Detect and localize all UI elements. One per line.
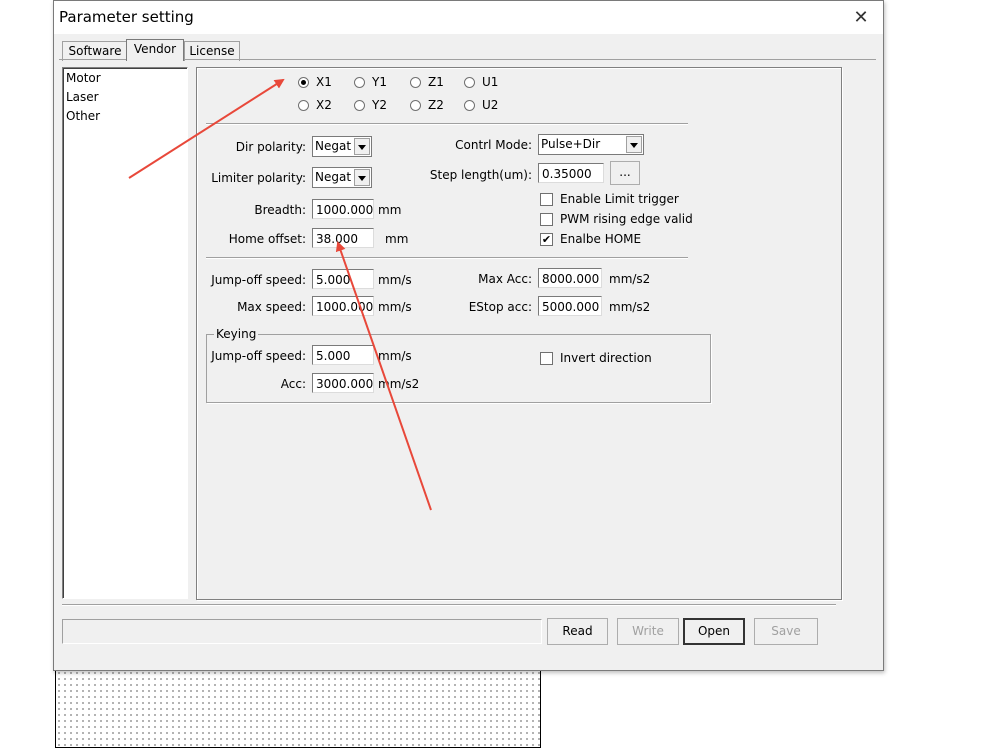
radio-icon (464, 76, 475, 88)
max-speed-label: Max speed: (237, 300, 306, 314)
estop-acc-label: EStop acc: (468, 300, 532, 314)
axis-radio-x1[interactable]: X1 (298, 74, 332, 90)
tab-vendor[interactable]: Vendor (126, 39, 184, 61)
jump-off-speed-input[interactable]: 5.000 (312, 269, 374, 289)
radio-icon (464, 99, 475, 111)
checkbox-icon (540, 192, 553, 206)
step-length-browse-button[interactable]: ... (610, 161, 640, 185)
max-acc-label: Max Acc: (478, 272, 532, 286)
checkbox-icon (540, 351, 553, 365)
checkbox-icon (540, 212, 553, 226)
radio-icon (410, 76, 421, 88)
axis-radio-z1[interactable]: Z1 (410, 74, 444, 90)
enable-limit-trigger-checkbox[interactable]: Enable Limit trigger (540, 192, 679, 206)
category-item-laser[interactable]: Laser (66, 90, 99, 104)
keying-acc-unit: mm/s2 (378, 377, 420, 391)
enable-home-checkbox[interactable]: ✔ Enalbe HOME (540, 232, 641, 246)
max-acc-unit: mm/s2 (609, 272, 651, 286)
dialog-title: Parameter setting (59, 8, 194, 26)
keying-groupbox (206, 334, 711, 403)
title-bar: Parameter setting ✕ (54, 1, 883, 34)
keying-acc-input[interactable]: 3000.000 (312, 373, 374, 393)
category-list[interactable]: Motor Laser Other (62, 67, 188, 599)
dir-polarity-select[interactable]: Negat (312, 136, 372, 157)
checkmark-icon: ✔ (540, 232, 553, 246)
axis-radio-z2[interactable]: Z2 (410, 97, 444, 113)
category-item-motor[interactable]: Motor (66, 71, 101, 85)
radio-icon (354, 99, 365, 111)
jump-off-speed-unit: mm/s (378, 273, 412, 287)
tab-software[interactable]: Software (62, 41, 128, 61)
pwm-rising-edge-checkbox[interactable]: PWM rising edge valid (540, 212, 693, 226)
separator (62, 604, 836, 606)
status-field (62, 619, 542, 644)
estop-acc-unit: mm/s2 (609, 300, 651, 314)
chevron-down-icon (626, 136, 642, 153)
breadth-unit: mm (378, 203, 402, 217)
radio-icon (298, 99, 309, 111)
keying-jump-off-speed-unit: mm/s (378, 349, 412, 363)
axis-radio-x2[interactable]: X2 (298, 97, 332, 113)
open-button[interactable]: Open (683, 618, 745, 645)
limiter-polarity-label: Limiter polarity: (211, 171, 306, 185)
invert-direction-checkbox[interactable]: Invert direction (540, 351, 652, 365)
radio-selected-icon (298, 76, 309, 88)
axis-radio-y1[interactable]: Y1 (354, 74, 387, 90)
estop-acc-input[interactable]: 5000.000 (538, 296, 602, 316)
limiter-polarity-select[interactable]: Negat (312, 167, 372, 188)
radio-icon (354, 76, 365, 88)
chevron-down-icon (354, 169, 370, 186)
tab-license[interactable]: License (184, 41, 240, 61)
step-length-input[interactable]: 0.35000 (538, 163, 604, 183)
save-button[interactable]: Save (754, 618, 818, 645)
axis-radio-u1[interactable]: U1 (464, 74, 498, 90)
separator (206, 123, 688, 125)
category-item-other[interactable]: Other (66, 109, 100, 123)
write-button[interactable]: Write (617, 618, 679, 645)
dir-polarity-label: Dir polarity: (235, 140, 306, 154)
keying-group-label: Keying (214, 327, 259, 341)
max-speed-unit: mm/s (378, 300, 412, 314)
control-mode-label: Contrl Mode: (455, 138, 532, 152)
home-offset-unit: mm (385, 232, 409, 246)
chevron-down-icon (354, 138, 370, 155)
jump-off-speed-label: Jump-off speed: (211, 273, 306, 287)
read-button[interactable]: Read (547, 618, 608, 645)
close-icon[interactable]: ✕ (849, 5, 873, 29)
separator (206, 257, 688, 259)
breadth-input[interactable]: 1000.000 (312, 199, 374, 219)
max-acc-input[interactable]: 8000.000 (538, 268, 602, 288)
home-offset-label: Home offset: (228, 232, 306, 246)
breadth-label: Breadth: (254, 203, 306, 217)
parameter-setting-dialog: Parameter setting ✕ Software Vendor Lice… (53, 0, 884, 671)
max-speed-input[interactable]: 1000.000 (312, 296, 374, 316)
keying-jump-off-speed-input[interactable]: 5.000 (312, 345, 374, 365)
keying-acc-label: Acc: (280, 377, 306, 391)
axis-radio-u2[interactable]: U2 (464, 97, 498, 113)
home-offset-input[interactable]: 38.000 (312, 228, 374, 248)
radio-icon (410, 99, 421, 111)
keying-jump-off-speed-label: Jump-off speed: (211, 349, 306, 363)
axis-radio-y2[interactable]: Y2 (354, 97, 387, 113)
control-mode-select[interactable]: Pulse+Dir (538, 134, 644, 155)
step-length-label: Step length(um): (429, 168, 532, 182)
